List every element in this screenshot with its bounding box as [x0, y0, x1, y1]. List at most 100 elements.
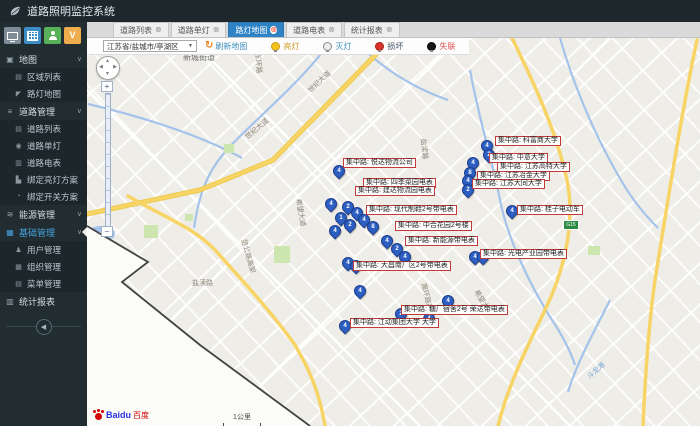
lamp-label[interactable]: 集中路: 中合花园2号楼 [395, 221, 472, 231]
pin-count: 4 [329, 201, 333, 207]
sidebar-item-road[interactable]: ≡ 道路管理 ∨ [0, 102, 87, 120]
road-line [219, 38, 611, 426]
lamp-label[interactable]: 集中路: 糖厂宿舍2号 荣达带电表 [401, 305, 508, 315]
users-icon: ♟ [15, 246, 22, 254]
lamp-label[interactable]: 集中路: 桂子电动车 [517, 205, 583, 215]
lamp-label[interactable]: 集中路: 科富商大学 [495, 136, 561, 146]
pan-right-icon[interactable]: ▶ [113, 65, 117, 70]
pin-count: 4 [358, 288, 362, 294]
sidebar-subitem[interactable]: ◔ 绑定开关方案 [0, 188, 87, 205]
zoom-out-button[interactable]: − [101, 226, 113, 237]
legend-off[interactable]: 灭灯 [323, 41, 351, 52]
pin-count: 4 [510, 208, 514, 214]
sidebar-item-base[interactable]: ▦ 基础管理 ∨ [0, 223, 87, 241]
legend-damaged[interactable]: 损坏 [375, 41, 403, 52]
sidebar-item-label: 统计报表 [19, 296, 56, 307]
pan-left-icon[interactable]: ◀ [99, 65, 103, 70]
sidebar-subitem[interactable]: ♟ 用户管理 [0, 241, 87, 258]
app-window: 道路照明监控系统 V ▣ 地图 ∨ ▤ 区域列表 ◤ 路灯地图 ≡ 道路管理 ∨ ▤ 道路列表 ◉ 道路单… [0, 0, 700, 426]
sidebar-subitem[interactable]: ▤ 区域列表 [0, 68, 87, 85]
sidebar-subitem-label: 道路列表 [27, 123, 62, 134]
sidebar: V ▣ 地图 ∨ ▤ 区域列表 ◤ 路灯地图 ≡ 道路管理 ∨ ▤ 道路列表 ◉ 道路单灯 ▥ 道路电表 ▙ 绑定… [0, 22, 87, 426]
tab-道路单灯[interactable]: 道路单灯 ⊗ [170, 22, 227, 37]
sidebar-item-report[interactable]: ▥ 统计报表 [0, 292, 87, 310]
pin-count: 8 [371, 224, 375, 230]
refresh-map-button[interactable]: ↻ 刷新地图 [205, 41, 247, 52]
close-icon[interactable]: ⊗ [328, 26, 335, 34]
off-bulb-icon [323, 41, 333, 52]
tab-道路电表[interactable]: 道路电表 ⊗ [286, 22, 342, 37]
lamp-label[interactable]: 集中路: 江动集团大学 大学 [350, 318, 439, 328]
sidebar-submenu-map: ▤ 区域列表 ◤ 路灯地图 [0, 68, 87, 102]
tab-label: 道路单灯 [177, 25, 210, 35]
tab-道路列表[interactable]: 道路列表 ⊗ [113, 22, 169, 37]
quick-user-icon[interactable] [44, 27, 61, 44]
close-icon[interactable]: ⊗ [213, 26, 220, 34]
sidebar-subitem[interactable]: ◤ 路灯地图 [0, 85, 87, 102]
sidebar-item-label: 基础管理 [19, 227, 56, 238]
map-toolbar: 江苏省/盐城市/亭湖区 ▼ ↻ 刷新地图 亮灯 灭灯 损坏 失联 [87, 38, 469, 55]
sidebar-subitem[interactable]: ◉ 道路单灯 [0, 137, 87, 154]
sidebar-subitem[interactable]: ▤ 菜单管理 [0, 275, 87, 292]
sidebar-menu: ▣ 地图 ∨ ▤ 区域列表 ◤ 路灯地图 ≡ 道路管理 ∨ ▤ 道路列表 ◉ 道路单灯 ▥ 道路电表 ▙ 绑定亮灯… [0, 50, 87, 310]
lamp-label[interactable]: 集中路: 新能源带电表 [405, 236, 478, 246]
map-scale: 1公里 [223, 412, 261, 426]
close-icon[interactable]: ⊗ [155, 26, 162, 34]
legend-label: 损坏 [387, 41, 404, 51]
zoom-slider[interactable] [105, 93, 111, 227]
meter-icon: ▥ [15, 159, 22, 167]
sidebar-subitem[interactable]: ▦ 组织管理 [0, 258, 87, 275]
lamp-label[interactable]: 集中路: 江苏大同大学 [472, 179, 545, 189]
report-icon: ▥ [6, 296, 14, 306]
quick-grid-icon[interactable] [24, 27, 41, 44]
list-icon: ▤ [15, 125, 22, 133]
close-icon[interactable]: ⊗ [270, 26, 278, 34]
baidu-logo-cn: 百度 [133, 411, 150, 420]
sidebar-collapse-button[interactable]: ◀ [35, 319, 52, 335]
lamp-label[interactable]: 集中路: 大昌南厂区2号带电表 [353, 261, 451, 271]
leaf-logo-icon [10, 6, 20, 16]
region-select[interactable]: 江苏省/盐城市/亭湖区 ▼ [103, 40, 197, 52]
close-icon[interactable]: ⊗ [386, 26, 393, 34]
chevron-down-icon: ▼ [188, 43, 193, 49]
tab-路灯地图[interactable]: 路灯地图 ⊗ [228, 22, 285, 37]
lamp-label[interactable]: 集中路: 光电产业园带电表 [480, 249, 567, 259]
map-pan-control[interactable]: ▲ ▼ ◀ ▶ [96, 56, 120, 80]
pan-down-icon[interactable]: ▼ [105, 72, 110, 77]
lamp-label[interactable]: 集中路: 悦达物流公司 [343, 158, 416, 168]
sidebar-item-map[interactable]: ▣ 地图 ∨ [0, 50, 87, 68]
legend-label: 灭灯 [335, 41, 352, 51]
road-line [189, 38, 571, 426]
refresh-label: 刷新地图 [215, 41, 248, 51]
grid-icon [27, 30, 38, 41]
sidebar-subitem[interactable]: ▙ 绑定亮灯方案 [0, 171, 87, 188]
sidebar-subitem[interactable]: ▥ 道路电表 [0, 154, 87, 171]
tab-bar: 道路列表 ⊗ 道路单灯 ⊗ 路灯地图 ⊗ 道路电表 ⊗ 统计报表 ⊗ [87, 22, 700, 38]
sidebar-submenu-road: ▤ 道路列表 ◉ 道路单灯 ▥ 道路电表 ▙ 绑定亮灯方案 ◔ 绑定开关方案 [0, 120, 87, 205]
sidebar-subitem[interactable]: ▤ 道路列表 [0, 120, 87, 137]
street-name: 盐渎路 [192, 280, 213, 287]
sidebar-subitem-label: 绑定亮灯方案 [27, 174, 79, 185]
user-icon [48, 31, 58, 40]
sidebar-submenu-base: ♟ 用户管理 ▦ 组织管理 ▤ 菜单管理 [0, 241, 87, 292]
lamp-label[interactable]: 集中路: 建达物流园电表 [355, 186, 435, 196]
legend-lit[interactable]: 亮灯 [271, 41, 299, 52]
zoom-in-button[interactable]: + [101, 81, 113, 92]
pin-count: 4 [333, 228, 337, 234]
tab-统计报表[interactable]: 统计报表 ⊗ [343, 22, 400, 37]
pan-up-icon[interactable]: ▲ [105, 59, 110, 64]
location-arrow-icon: ◤ [15, 90, 22, 98]
lamp-label[interactable]: 集中路: 现代制鞋2号带电表 [366, 205, 457, 215]
map-icon: ▣ [6, 54, 14, 64]
trophy-icon: V [69, 30, 76, 40]
list-icon: ▤ [15, 73, 22, 81]
quick-trophy-icon[interactable]: V [64, 27, 81, 44]
map-canvas[interactable]: 江苏省/盐城市/亭湖区 ▼ ↻ 刷新地图 亮灯 灭灯 损坏 失联 ▲ ▼ ◀ ▶ + … [87, 38, 700, 426]
sidebar-item-energy[interactable]: ≋ 能源管理 ∨ [0, 205, 87, 223]
chevron-down-icon: ∨ [76, 56, 82, 63]
map-scale-label: 1公里 [233, 414, 251, 421]
quick-desktop-icon[interactable] [4, 27, 21, 44]
sidebar-subitem-label: 绑定开关方案 [27, 191, 79, 202]
legend-offline[interactable]: 失联 [427, 41, 455, 52]
street-name: 东环路 [253, 52, 263, 74]
